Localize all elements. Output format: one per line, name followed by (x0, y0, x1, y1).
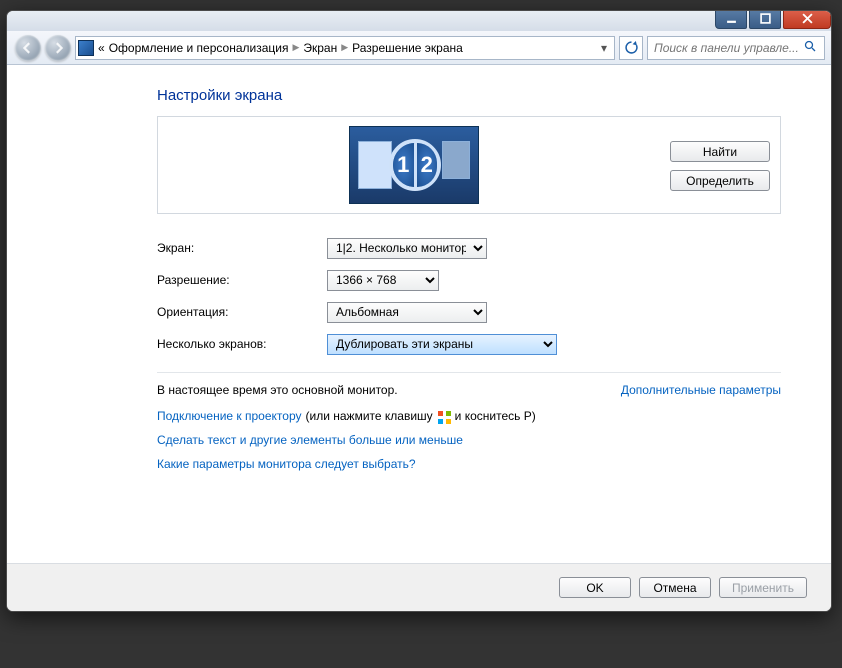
control-panel-icon (78, 40, 94, 56)
divider (157, 372, 781, 373)
close-button[interactable] (783, 10, 831, 29)
windows-key-icon (437, 410, 451, 422)
address-bar[interactable]: « Оформление и персонализация ▶ Экран ▶ … (75, 36, 615, 60)
breadcrumb-item-2[interactable]: Экран (303, 41, 337, 55)
primary-monitor-status: В настоящее время это основной монитор. (157, 383, 398, 397)
orientation-select[interactable]: Альбомная (327, 302, 487, 323)
breadcrumb-item-3[interactable]: Разрешение экрана (352, 41, 463, 55)
chevron-right-icon[interactable]: ▶ (292, 42, 299, 53)
projector-hint-2: и коснитесь P) (455, 409, 536, 423)
identify-button[interactable]: Определить (670, 170, 770, 191)
maximize-button[interactable] (749, 10, 781, 29)
titlebar[interactable] (7, 11, 831, 31)
cancel-button[interactable]: Отмена (639, 577, 711, 598)
multiple-displays-select[interactable]: Дублировать эти экраны (327, 334, 557, 355)
address-dropdown[interactable]: ▾ (596, 41, 612, 55)
search-icon (804, 40, 816, 55)
dialog-button-bar: OK Отмена Применить (7, 563, 831, 611)
breadcrumb-root[interactable]: « (98, 41, 105, 55)
display-preview-panel: 1 2 Найти Определить (157, 116, 781, 214)
text-size-link[interactable]: Сделать текст и другие элементы больше и… (157, 433, 781, 447)
navbar: « Оформление и персонализация ▶ Экран ▶ … (7, 31, 831, 65)
content-area: Настройки экрана 1 2 Найти Определить (17, 71, 821, 563)
display-2-indicator: 2 (417, 143, 438, 187)
ok-button[interactable]: OK (559, 577, 631, 598)
control-panel-window: « Оформление и персонализация ▶ Экран ▶ … (6, 10, 832, 612)
multiple-displays-label: Несколько экранов: (157, 337, 327, 351)
nav-forward-button[interactable] (45, 35, 71, 61)
search-box[interactable] (647, 36, 825, 60)
apply-button: Применить (719, 577, 807, 598)
page-title: Настройки экрана (157, 87, 781, 104)
minimize-button[interactable] (715, 10, 747, 29)
monitor-preview[interactable]: 1 2 (168, 126, 660, 204)
display-label: Экран: (157, 241, 327, 255)
resolution-label: Разрешение: (157, 273, 327, 287)
detect-button[interactable]: Найти (670, 141, 770, 162)
resolution-select[interactable]: 1366 × 768 (327, 270, 439, 291)
chevron-right-icon[interactable]: ▶ (341, 42, 348, 53)
display-1-indicator: 1 (393, 143, 417, 187)
settings-form: Экран: 1|2. Несколько мониторов Разрешен… (157, 232, 781, 360)
search-input[interactable] (652, 40, 804, 56)
breadcrumb-item-1[interactable]: Оформление и персонализация (109, 41, 289, 55)
advanced-settings-link[interactable]: Дополнительные параметры (621, 383, 781, 397)
nav-back-button[interactable] (15, 35, 41, 61)
orientation-label: Ориентация: (157, 305, 327, 319)
which-settings-link[interactable]: Какие параметры монитора следует выбрать… (157, 457, 781, 471)
projector-link[interactable]: Подключение к проектору (157, 409, 302, 423)
projector-hint-1: (или нажмите клавишу (306, 409, 433, 423)
refresh-button[interactable] (619, 36, 643, 60)
display-select[interactable]: 1|2. Несколько мониторов (327, 238, 487, 259)
